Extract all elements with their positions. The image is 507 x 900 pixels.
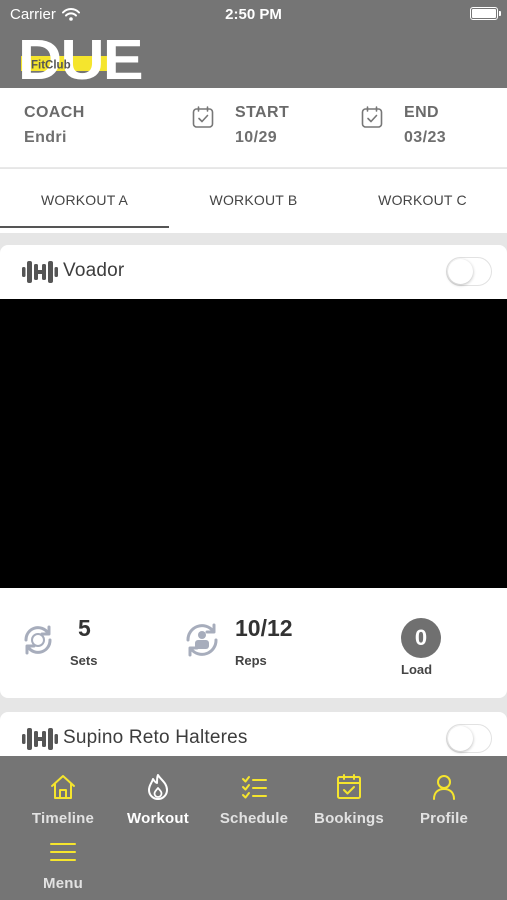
- app-screen: Carrier 2:50 PM DUE FitClub COACH Endri: [0, 0, 507, 900]
- dumbbell-icon: [22, 261, 58, 283]
- reps-label: Reps: [235, 653, 267, 668]
- calendar-check-icon: [337, 774, 361, 799]
- nav-label: Bookings: [314, 810, 384, 827]
- workout-info-bar: COACH Endri START 10/29 END 03/23: [0, 88, 507, 168]
- nav-profile[interactable]: Profile: [396, 772, 492, 827]
- calendar-check-icon: [361, 106, 383, 128]
- exercise-done-toggle[interactable]: [446, 724, 492, 753]
- nav-workout[interactable]: Workout: [110, 772, 206, 827]
- nav-label: Menu: [43, 875, 83, 892]
- svg-text:DUE: DUE: [18, 28, 142, 84]
- tab-workout-c[interactable]: WORKOUT C: [338, 169, 507, 233]
- flame-icon: [148, 774, 168, 800]
- coach-name: Endri: [24, 129, 67, 146]
- end-date-info: END 03/23: [404, 104, 446, 147]
- exercise-video[interactable]: [0, 299, 507, 588]
- home-icon: [51, 775, 75, 799]
- reps-value: 10/12: [235, 615, 293, 641]
- start-date-info: START 10/29: [235, 104, 289, 147]
- status-bar: Carrier 2:50 PM: [0, 0, 507, 28]
- sets-value: 5: [78, 615, 91, 641]
- nav-label: Workout: [127, 810, 189, 827]
- workout-tabs: WORKOUT A WORKOUT B WORKOUT C: [0, 169, 507, 233]
- coach-label: COACH: [24, 104, 85, 121]
- reps-cycle-icon: [186, 623, 218, 657]
- checklist-icon: [242, 776, 267, 799]
- nav-menu[interactable]: Menu: [15, 837, 111, 892]
- tab-workout-b[interactable]: WORKOUT B: [169, 169, 338, 233]
- exercise-name: Voador: [63, 260, 125, 281]
- load-label: Load: [401, 662, 433, 677]
- exercise-card: Voador 5 Sets 10/12 Reps 0 Load: [0, 245, 507, 698]
- svg-text:FitClub: FitClub: [31, 60, 71, 72]
- end-label: END: [404, 104, 439, 121]
- nav-bookings[interactable]: Bookings: [301, 772, 397, 827]
- start-date: 10/29: [235, 129, 278, 146]
- battery-icon: [470, 7, 501, 20]
- tab-workout-a[interactable]: WORKOUT A: [0, 169, 169, 233]
- nav-label: Schedule: [219, 810, 289, 827]
- calendar-check-icon: [192, 106, 214, 128]
- bottom-navigation: Timeline Workout Schedule Bookings Profi…: [0, 756, 507, 900]
- nav-schedule[interactable]: Schedule: [206, 772, 302, 827]
- end-date: 03/23: [404, 129, 447, 146]
- app-header: Carrier 2:50 PM DUE FitClub: [0, 0, 507, 88]
- nav-label: Profile: [419, 810, 469, 827]
- start-label: START: [235, 104, 290, 121]
- sets-label: Sets: [70, 653, 98, 668]
- sets-cycle-icon: [24, 625, 52, 655]
- exercise-done-toggle[interactable]: [446, 257, 492, 286]
- exercise-header: Voador: [0, 245, 507, 299]
- coach-info: COACH Endri: [24, 104, 85, 147]
- exercise-name: Supino Reto Halteres: [63, 727, 248, 748]
- person-icon: [433, 775, 455, 800]
- load-value: 0: [401, 618, 441, 658]
- exercise-stats: 5 Sets 10/12 Reps 0 Load: [0, 588, 507, 698]
- due-fitclub-logo: DUE FitClub: [18, 28, 142, 84]
- status-time: 2:50 PM: [225, 6, 282, 23]
- menu-icon: [50, 843, 76, 861]
- nav-timeline[interactable]: Timeline: [15, 772, 111, 827]
- nav-label: Timeline: [31, 810, 95, 827]
- dumbbell-icon: [22, 728, 58, 750]
